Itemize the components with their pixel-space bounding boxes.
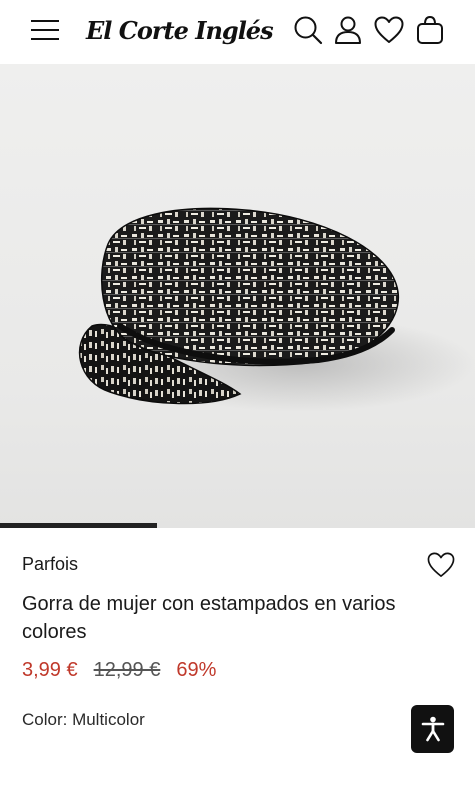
user-icon: [335, 16, 361, 44]
accessibility-icon: [421, 716, 444, 742]
discount-percent: 69%: [176, 659, 217, 681]
menu-icon: [31, 20, 59, 40]
heart-icon: [427, 552, 455, 577]
product-brand[interactable]: Parfois: [22, 554, 78, 575]
logo-text: El Corte Inglés: [86, 15, 274, 45]
menu-button[interactable]: [27, 12, 63, 48]
original-price: 12,99 €: [93, 659, 161, 681]
account-button[interactable]: [330, 12, 366, 48]
search-icon: [294, 16, 323, 45]
site-header: El Corte Inglés: [0, 0, 475, 64]
gallery-progress-indicator: [0, 523, 157, 528]
cart-button[interactable]: [412, 12, 448, 48]
wishlist-button[interactable]: [371, 12, 407, 48]
heart-icon: [374, 16, 404, 43]
color-label: Color: Multicolor: [22, 710, 145, 729]
price-row: 3,99 € 12,99 € 69%: [22, 659, 216, 682]
shopping-bag-icon: [417, 15, 443, 44]
search-button[interactable]: [290, 12, 326, 48]
product-title: Gorra de mujer con estampados en varios …: [22, 593, 396, 643]
product-image: [78, 207, 475, 412]
brand-logo[interactable]: El Corte Inglés: [86, 10, 274, 50]
gallery-progress-track: [0, 522, 475, 528]
accessibility-button[interactable]: [411, 705, 454, 753]
add-to-favorites-button[interactable]: [424, 548, 458, 582]
product-image-gallery[interactable]: [0, 64, 475, 528]
current-price: 3,99 €: [22, 659, 78, 681]
